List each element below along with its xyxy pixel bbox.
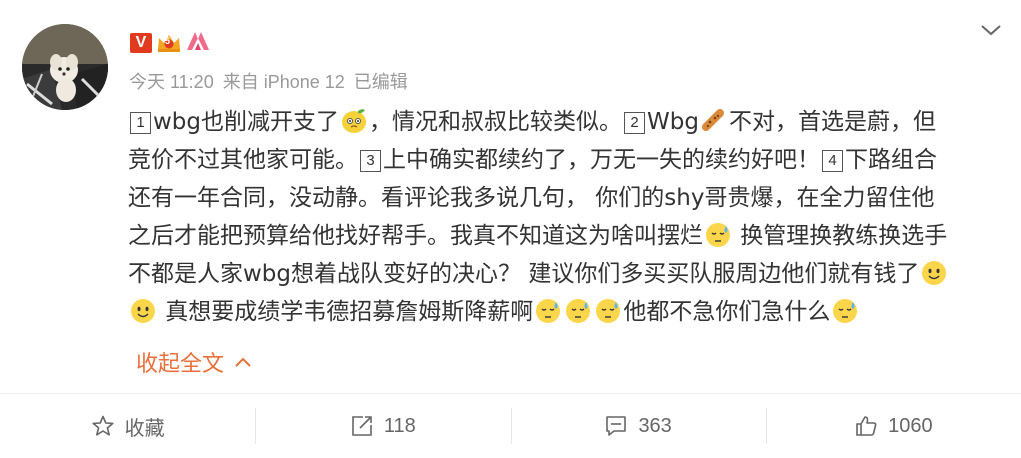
- content-line-6: 真想要成绩学韦德招募詹姆斯降薪啊 他都不急你们急什么: [128, 293, 1008, 331]
- content-text: 真想要成绩学韦德招募詹姆斯降薪啊: [158, 299, 534, 325]
- edited-label[interactable]: 已编辑: [354, 72, 408, 92]
- collapse-label: 收起全文: [136, 352, 225, 377]
- keycap-number: 2: [624, 112, 646, 134]
- content-text: ，情况和叔叔比较类似。: [369, 109, 623, 135]
- content-text: 之后才能把预算给他找好帮手。我真不知道这为啥叫摆烂: [128, 223, 703, 249]
- repost-button[interactable]: 118: [255, 394, 510, 458]
- content-line-5: 不都是人家wbg想着战队变好的决心？ 建议你们多买买队服周边他们就有钱了: [128, 255, 1008, 293]
- post-time[interactable]: 今天 11:20: [129, 72, 214, 92]
- like-button[interactable]: 1060: [765, 394, 1021, 458]
- verified-v-icon[interactable]: V: [130, 33, 152, 53]
- smile-emoji: [131, 299, 155, 323]
- content-text: wbg也削减开支了: [153, 109, 340, 135]
- chevron-up-icon: [235, 357, 251, 367]
- comment-button[interactable]: 363: [510, 394, 766, 458]
- post-meta: 今天 11:20 来自 iPhone 12 已编辑: [129, 70, 417, 94]
- comment-count: 363: [638, 414, 672, 437]
- content-text: 还有一年合同，没动静。看评论我多说几句， 你们的shy哥贵爆，在全力留住他: [128, 185, 935, 211]
- content-text: Wbg: [647, 109, 699, 135]
- content-text: 下路组合: [845, 147, 937, 173]
- member-icon[interactable]: [186, 30, 210, 56]
- user-badges: V 5: [130, 30, 210, 56]
- sweat-emoji: [833, 299, 858, 323]
- keycap-number: 3: [360, 150, 381, 172]
- action-bar: 收藏 118 363 1060: [0, 394, 1021, 458]
- avatar[interactable]: [22, 24, 108, 110]
- level-number: 5: [165, 36, 171, 46]
- like-icon: [856, 416, 877, 436]
- collapse-full-text-button[interactable]: 收起全文: [136, 346, 252, 378]
- content-line-1: 1 wbg也削减开支了 ，情况和叔叔比较类似。 2 Wbg 不对，首选是蔚，但: [128, 103, 1008, 141]
- sweat-emoji: [596, 299, 621, 323]
- favorite-label: 收藏: [124, 417, 165, 440]
- keycap-number: 1: [130, 112, 151, 134]
- comment-icon: [606, 416, 627, 436]
- sweat-emoji: [536, 299, 561, 323]
- content-text: 不对，首选是蔚，但: [728, 109, 936, 135]
- like-count: 1060: [888, 414, 933, 437]
- content-text: 不都是人家wbg想着战队变好的决心？ 建议你们多买买队服周边他们就有钱了: [128, 261, 920, 287]
- repost-count: 118: [383, 414, 416, 437]
- keycap-number: 4: [822, 150, 843, 172]
- content-text: 上中确实都续约了，万无一失的续约好吧！: [383, 147, 820, 173]
- post-source: 来自 iPhone 12: [222, 72, 345, 92]
- content-text: 换管理换教练换选手: [733, 223, 948, 249]
- content-text: 竞价不过其他家可能。: [128, 147, 358, 173]
- content-line-4: 之后才能把预算给他找好帮手。我真不知道这为啥叫摆烂 换管理换教练换选手: [128, 217, 1008, 255]
- content-line-2: 竞价不过其他家可能。 3 上中确实都续约了，万无一失的续约好吧！ 4 下路组合: [128, 141, 1008, 179]
- lemon-emoji: [342, 109, 367, 133]
- sweat-emoji: [566, 299, 591, 323]
- post-menu-chevron-down-icon[interactable]: [979, 22, 1003, 42]
- cookie-emoji: [701, 109, 724, 131]
- content-text: 他都不急你们急什么: [623, 299, 831, 325]
- repost-icon: [352, 416, 372, 436]
- smile-emoji: [922, 261, 947, 285]
- content-line-3: 还有一年合同，没动静。看评论我多说几句， 你们的shy哥贵爆，在全力留住他: [128, 179, 1008, 217]
- star-icon: [92, 415, 114, 436]
- sweat-emoji: [706, 223, 730, 247]
- level-crown-icon[interactable]: 5: [156, 32, 182, 54]
- favorite-button[interactable]: 收藏: [0, 394, 255, 458]
- post-content: 1 wbg也削减开支了 ，情况和叔叔比较类似。 2 Wbg 不对，首选是蔚，但 竞价不过其…: [128, 103, 1008, 331]
